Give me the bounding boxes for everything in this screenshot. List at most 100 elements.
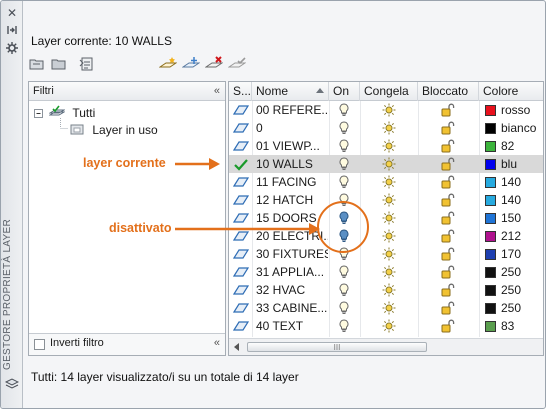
layer-name[interactable]: 40 TEXT	[256, 317, 328, 335]
color-swatch[interactable]	[485, 267, 496, 278]
color-swatch[interactable]	[485, 105, 496, 116]
color-name[interactable]: 212	[501, 227, 521, 245]
layer-name[interactable]: 20 ELECTRI...	[256, 227, 328, 245]
thawed-sun-icon[interactable]	[382, 319, 396, 337]
color-swatch[interactable]	[485, 177, 496, 188]
layer-row[interactable]: 01 VIEWP... 82	[229, 137, 543, 155]
color-name[interactable]: 140	[501, 191, 521, 209]
color-name[interactable]: 250	[501, 263, 521, 281]
column-name[interactable]: Nome	[252, 82, 329, 101]
column-color[interactable]: Colore	[479, 82, 543, 101]
column-freeze[interactable]: Congela	[360, 82, 418, 101]
layer-name[interactable]: 32 HVAC	[256, 281, 328, 299]
new-group-filter-icon[interactable]	[51, 56, 67, 72]
layer-name[interactable]: 0	[256, 119, 328, 137]
column-on[interactable]: On	[329, 82, 360, 101]
bulb-on-icon[interactable]	[339, 319, 349, 337]
layer-row[interactable]: 00 REFERE... rosso	[229, 101, 543, 119]
delete-layer-icon[interactable]	[204, 56, 224, 72]
filter-pane-footer: Inverti filtro «	[29, 333, 225, 355]
horizontal-scrollbar[interactable]: III	[229, 338, 543, 355]
color-swatch[interactable]	[485, 321, 496, 332]
layer-status-icon[interactable]	[233, 320, 249, 334]
new-property-filter-icon[interactable]	[29, 56, 45, 72]
sort-ascending-icon	[316, 88, 324, 93]
color-swatch[interactable]	[485, 141, 496, 152]
color-name[interactable]: 83	[501, 317, 514, 335]
autohide-pin-icon[interactable]	[5, 23, 19, 37]
layer-name[interactable]: 10 WALLS	[256, 155, 328, 173]
layer-status-icon[interactable]	[233, 266, 249, 280]
layer-row[interactable]: 12 HATCH 140	[229, 191, 543, 209]
layer-status-icon[interactable]	[233, 176, 249, 190]
layer-row[interactable]: 30 FIXTURES 170	[229, 245, 543, 263]
layer-status-icon[interactable]	[233, 140, 249, 154]
color-name[interactable]: blu	[501, 155, 517, 173]
collapse-filter-pane-bottom-icon[interactable]: «	[214, 337, 220, 349]
color-name[interactable]: 82	[501, 137, 514, 155]
layer-row[interactable]: 31 APPLIA... 250	[229, 263, 543, 281]
scroll-left-icon[interactable]	[234, 343, 239, 351]
annotation-disabled: disattivato	[109, 221, 172, 235]
color-name[interactable]: 150	[501, 209, 521, 227]
color-name[interactable]: rosso	[501, 101, 530, 119]
filter-node-used-layers[interactable]: Layer in uso	[69, 122, 158, 138]
layer-row[interactable]: 10 WALLS blu	[229, 155, 543, 173]
layer-row[interactable]: 11 FACING 140	[229, 173, 543, 191]
color-swatch[interactable]	[485, 213, 496, 224]
color-swatch[interactable]	[485, 303, 496, 314]
layer-name[interactable]: 30 FIXTURES	[256, 245, 328, 263]
color-name[interactable]: 140	[501, 173, 521, 191]
close-icon[interactable]: ✕	[5, 6, 19, 20]
layer-row[interactable]: 32 HVAC 250	[229, 281, 543, 299]
color-name[interactable]: 250	[501, 281, 521, 299]
color-swatch[interactable]	[485, 195, 496, 206]
used-layers-filter-icon	[69, 122, 85, 136]
filter-node-all-label: Tutti	[72, 106, 96, 120]
layer-status-icon[interactable]	[233, 122, 249, 136]
current-layer-check-icon[interactable]	[233, 158, 249, 172]
layer-status-icon[interactable]	[233, 248, 249, 262]
column-lock[interactable]: Bloccato	[418, 82, 479, 101]
layer-name[interactable]: 11 FACING	[256, 173, 328, 191]
layer-status-icon[interactable]	[233, 194, 249, 208]
layer-row[interactable]: 33 CABINE... 250	[229, 299, 543, 317]
layer-status-icon[interactable]	[233, 302, 249, 316]
color-swatch[interactable]	[485, 285, 496, 296]
layer-status-icon[interactable]	[233, 104, 249, 118]
layer-row[interactable]: 0 bianco	[229, 119, 543, 137]
unlocked-padlock-icon[interactable]	[441, 319, 455, 337]
properties-icon[interactable]	[5, 41, 19, 55]
layer-name[interactable]: 31 APPLIA...	[256, 263, 328, 281]
layer-name[interactable]: 33 CABINE...	[256, 299, 328, 317]
color-name[interactable]: bianco	[501, 119, 536, 137]
color-swatch[interactable]	[485, 123, 496, 134]
layer-name[interactable]: 01 VIEWP...	[256, 137, 328, 155]
set-current-layer-icon[interactable]	[227, 56, 247, 72]
layer-row[interactable]: 20 ELECTRI... 212	[229, 227, 543, 245]
new-layer-icon[interactable]	[158, 56, 178, 72]
column-status[interactable]: S...	[229, 82, 252, 101]
layer-row[interactable]: 40 TEXT 83	[229, 317, 543, 335]
layer-row[interactable]: 15 DOORS 150	[229, 209, 543, 227]
color-swatch[interactable]	[485, 231, 496, 242]
layer-states-manager-icon[interactable]	[79, 56, 95, 72]
layer-name[interactable]: 00 REFERE...	[256, 101, 328, 119]
new-layer-vp-frozen-icon[interactable]	[181, 56, 201, 72]
color-name[interactable]: 250	[501, 299, 521, 317]
palette-title-bar[interactable]: ✕ GESTORE PROPRIETÀ LAYER	[1, 1, 23, 408]
collapse-filter-pane-icon[interactable]: «	[214, 82, 220, 100]
layer-name[interactable]: 12 HATCH	[256, 191, 328, 209]
color-swatch[interactable]	[485, 249, 496, 260]
status-bar-text: Tutti: 14 layer visualizzato/i su un tot…	[31, 370, 299, 384]
layer-status-icon[interactable]	[233, 284, 249, 298]
color-swatch[interactable]	[485, 159, 496, 170]
filter-node-all[interactable]: Tutti	[48, 105, 96, 121]
layer-status-icon[interactable]	[233, 212, 249, 226]
color-name[interactable]: 170	[501, 245, 521, 263]
scrollbar-thumb[interactable]: III	[247, 342, 427, 352]
all-filter-icon	[48, 105, 66, 119]
layer-status-icon[interactable]	[233, 230, 249, 244]
invert-filter-checkbox[interactable]	[34, 339, 45, 350]
layer-name[interactable]: 15 DOORS	[256, 209, 328, 227]
